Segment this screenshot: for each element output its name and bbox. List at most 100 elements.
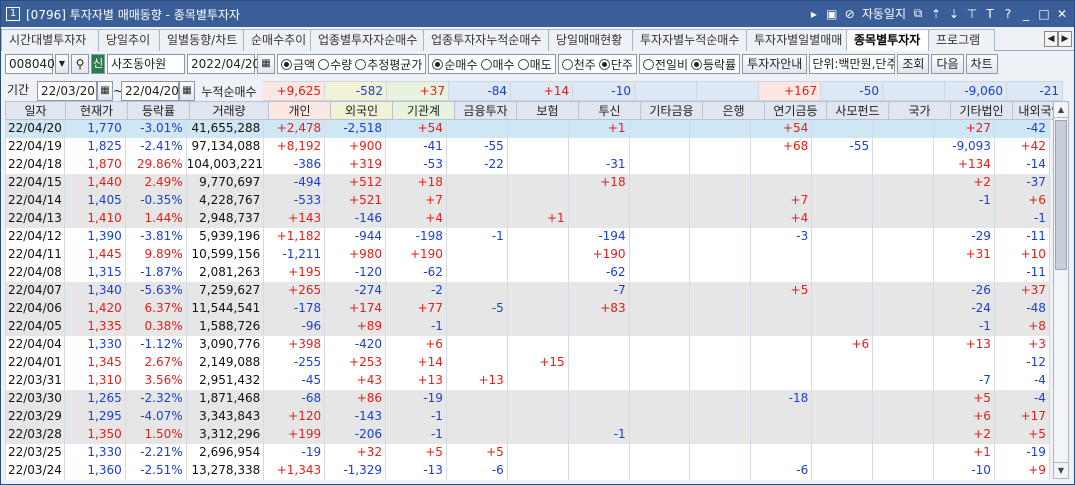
investor-value-cell: -48 (994, 300, 1050, 318)
column-header[interactable]: 외국인 (331, 101, 393, 120)
link-icon[interactable]: ⧉ (912, 6, 924, 21)
table-row[interactable]: 22/03/29 1,295 -4.07% 3,343,843 +120 -143 -1 +6… (5, 408, 1050, 426)
investor-guide-button[interactable]: 투자자안내 (742, 54, 808, 74)
period-from-input[interactable]: 22/03/20 (37, 81, 97, 101)
font-icon[interactable]: T (984, 7, 996, 21)
table-row[interactable]: 22/04/06 1,420 6.37% 11,544,541 -178 +174 +77-… (5, 300, 1050, 318)
tab-7[interactable]: 투자자별누적순매수 (633, 29, 747, 51)
tab-2[interactable]: 일별동향/차트 (160, 29, 244, 51)
tab-left-icon[interactable]: ◀ (1044, 31, 1058, 47)
tab-3[interactable]: 순매수추이 (244, 29, 311, 51)
column-header[interactable]: 개인 (269, 101, 331, 120)
radio-quantity[interactable]: 수량 (318, 56, 352, 73)
investor-value-cell (690, 318, 752, 336)
memo-icon[interactable]: ▣ (826, 7, 838, 21)
table-row[interactable]: 22/03/30 1,265 -2.32% 1,871,468 -68 +86 -19 -18… (5, 390, 1050, 408)
table-row[interactable]: 22/04/01 1,345 2.67% 2,149,088 -255 +253 +14 +1… (5, 354, 1050, 372)
investor-value-cell: -9,093 (934, 138, 995, 156)
chart-button[interactable]: 차트 (965, 54, 998, 74)
table-row[interactable]: 22/03/24 1,360 -2.51% 13,278,338 +1,343 -1,32… (5, 462, 1050, 480)
minimize-icon[interactable]: _ (1020, 7, 1032, 21)
calendar-icon[interactable]: ▦ (257, 54, 275, 74)
table-row[interactable]: 22/04/20 1,770 -3.01% 41,655,288 +2,478 -2,51… (5, 120, 1050, 138)
investor-value-cell: +1 (507, 210, 569, 228)
radio-change-rate[interactable]: 등락률 (691, 56, 736, 73)
column-header[interactable]: 투신 (579, 101, 641, 120)
radio-net-buy[interactable]: 순매수 (432, 56, 478, 73)
column-header[interactable]: 기타법인 (951, 101, 1013, 120)
tab-9[interactable]: 종목별투자자 (847, 29, 929, 51)
align-icon[interactable]: ⇣ (948, 7, 960, 21)
upload-icon[interactable]: ⇡ (930, 7, 942, 21)
table-row[interactable]: 22/04/05 1,335 0.38% 1,588,726 -96 +89 -1 -1 +8 (5, 318, 1050, 336)
auto-journal-icon[interactable]: ⊘ (844, 7, 856, 21)
column-header[interactable]: 일자 (5, 101, 66, 120)
tab-0[interactable]: 시간대별투자자 (1, 29, 99, 51)
tab-1[interactable]: 당일추이 (99, 29, 160, 51)
radio-amount[interactable]: 금액 (281, 56, 315, 73)
scroll-down-icon[interactable]: ▼ (1054, 462, 1068, 478)
column-header[interactable]: 은행 (703, 101, 765, 120)
radio-buy[interactable]: 매수 (480, 56, 515, 73)
from-calendar-icon[interactable]: ▦ (97, 81, 113, 101)
table-row[interactable]: 22/04/08 1,315 -1.87% 2,081,263 +195 -120 -62-… (5, 264, 1050, 282)
column-header[interactable]: 사모펀드 (827, 101, 889, 120)
close-icon[interactable]: ✕ (1056, 7, 1068, 21)
pin-icon[interactable]: ▸ (808, 7, 820, 21)
stock-code-input[interactable]: 008040 (5, 54, 55, 74)
tab-4[interactable]: 업종별투자자순매수 (311, 29, 424, 51)
query-button[interactable]: 조회 (897, 54, 930, 74)
table-row[interactable]: 22/04/07 1,340 -5.63% 7,259,627 +265 -274 -2 -7… (5, 282, 1050, 300)
table-row[interactable]: 22/03/31 1,310 3.56% 2,951,432 -45 +43 +13 +13-… (5, 372, 1050, 390)
maximize-icon[interactable]: □ (1038, 7, 1050, 21)
code-dropdown-icon[interactable]: ▼ (55, 54, 69, 74)
investor-value-cell (873, 300, 935, 318)
column-header[interactable]: 거래량 (190, 101, 269, 120)
to-calendar-icon[interactable]: ▦ (179, 81, 195, 101)
tab-6[interactable]: 당일매매현황 (549, 29, 633, 51)
next-button[interactable]: 다음 (931, 54, 964, 74)
vertical-scrollbar[interactable]: ▲ ▼ (1053, 101, 1069, 479)
investor-value-cell (568, 138, 630, 156)
radio-thousand-shares[interactable]: 천주 (561, 56, 596, 73)
table-row[interactable]: 22/04/12 1,390 -3.81% 5,939,196 +1,182 -944 -1… (5, 228, 1050, 246)
table-row[interactable]: 22/04/13 1,410 1.44% 2,948,737 +143 -146 +4 +1 +… (5, 210, 1050, 228)
radio-prev-day[interactable]: 전일비 (642, 56, 688, 73)
column-header[interactable]: 연기금등 (765, 101, 827, 120)
column-header[interactable]: 기관계 (393, 101, 455, 120)
tab-5[interactable]: 업종투자자누적순매수 (424, 29, 549, 51)
auto-journal-label[interactable]: 자동일지 (862, 5, 906, 22)
tab-10[interactable]: 프로그램 (929, 29, 995, 51)
radio-single-shares[interactable]: 단주 (598, 56, 633, 73)
tack-icon[interactable]: ⊤ (966, 7, 978, 21)
tab-8[interactable]: 투자자별일별매매 (747, 29, 847, 51)
table-row[interactable]: 22/04/19 1,825 -2.41% 97,134,088 +8,192 +900-… (5, 138, 1050, 156)
scroll-thumb[interactable] (1055, 120, 1067, 270)
column-header[interactable]: 기타금융 (641, 101, 703, 120)
table-row[interactable]: 22/04/11 1,445 9.89% 10,599,156 -1,211 +980 +1… (5, 246, 1050, 264)
investor-value-cell (873, 390, 935, 408)
column-header[interactable]: 금융투자 (455, 101, 517, 120)
table-row[interactable]: 22/03/28 1,350 1.50% 3,312,296 +199 -206 -1 -1 +… (5, 426, 1050, 444)
period-to-input[interactable]: 22/04/20 (121, 81, 179, 101)
scroll-up-icon[interactable]: ▲ (1054, 102, 1068, 118)
column-header[interactable]: 국가 (889, 101, 951, 120)
table-row[interactable]: 22/04/04 1,330 -1.12% 3,090,776 +398 -420 +6 +6… (5, 336, 1050, 354)
date-input[interactable]: 2022/04/20 (187, 54, 260, 74)
column-header[interactable]: 등락률 (128, 101, 190, 120)
date-cell: 22/04/07 (5, 282, 65, 300)
investor-value-cell: -2 (386, 282, 447, 300)
table-row[interactable]: 22/04/15 1,440 2.49% 9,770,697 -494 +512 +18 +1… (5, 174, 1050, 192)
radio-avg-price[interactable]: 추정평균가 (355, 56, 422, 73)
radio-sell[interactable]: 매도 (517, 56, 552, 73)
column-header[interactable]: 현재가 (66, 101, 128, 120)
table-row[interactable]: 22/04/18 1,870 29.86% 104,003,221 -386 +319 -5… (5, 156, 1050, 174)
column-header[interactable]: 보험 (517, 101, 579, 120)
table-row[interactable]: 22/03/25 1,330 -2.21% 2,696,954 -19 +32 +5 +5 +1… (5, 444, 1050, 462)
investor-value-cell: -18 (751, 390, 813, 408)
help-icon[interactable]: ? (1002, 7, 1014, 21)
investor-value-cell (812, 120, 874, 138)
table-row[interactable]: 22/04/14 1,405 -0.35% 4,228,767 -533 +521 +7 +7… (5, 192, 1050, 210)
search-icon[interactable]: ⚲ (71, 54, 89, 74)
tab-right-icon[interactable]: ▶ (1058, 31, 1072, 47)
